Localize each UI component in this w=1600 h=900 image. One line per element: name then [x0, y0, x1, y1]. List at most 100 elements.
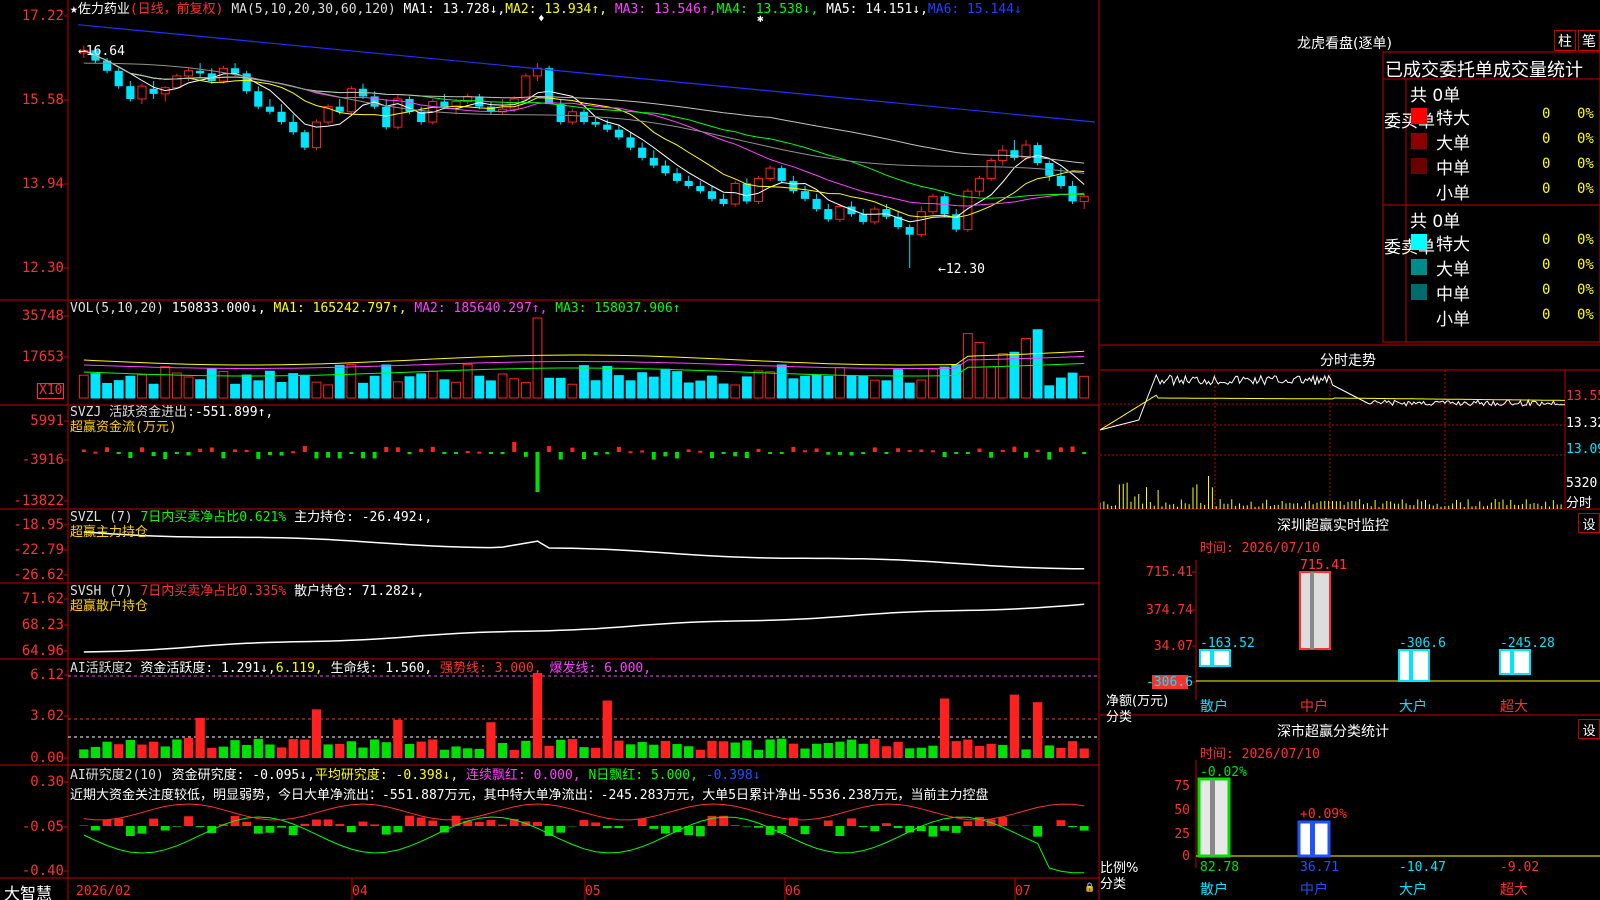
app-logo[interactable]: 大智慧	[4, 880, 52, 900]
activity-bar	[148, 741, 159, 758]
buy-row-pct: 0%	[1577, 156, 1594, 172]
activity-bar	[811, 743, 822, 758]
flow-bar	[349, 452, 354, 454]
retail-holding-line	[83, 603, 1085, 653]
cls-date: 时间: 2026/07/10	[1200, 747, 1320, 762]
candle-body	[684, 180, 693, 187]
flow-bar	[163, 452, 168, 459]
volume-bar	[730, 384, 741, 399]
candle-body	[196, 70, 205, 74]
volume-bar	[869, 379, 880, 399]
activity-bar	[288, 739, 298, 758]
ai1-act: 资金活跃度: 1.291↓,	[140, 661, 276, 676]
ai1-label: AI活跃度2	[70, 661, 133, 676]
candle-body	[556, 104, 565, 123]
svsh-sub: 超赢散户持仓	[70, 599, 149, 614]
cls-value: -9.02	[1500, 860, 1539, 875]
volume-bar	[392, 381, 403, 399]
main-chart-svg[interactable]: ♦ ✱	[0, 0, 1100, 900]
candle-body	[1079, 195, 1089, 202]
candle-body	[824, 209, 833, 220]
ai2-avg: 平均研究度: -0.398↓,	[314, 768, 459, 783]
volume-bar	[137, 374, 147, 399]
research-bar	[544, 826, 554, 836]
flow-bar	[384, 446, 389, 452]
research-bar	[823, 820, 833, 826]
stock-terminal: ♦ ✱ ★佐力药业(日线，前复权) MA(5,10,20,30,60,120) M…	[0, 0, 1600, 900]
lock-icon[interactable]: 🔒	[1084, 883, 1095, 893]
activity-bar	[521, 740, 531, 758]
research-bar	[346, 826, 356, 833]
flow-bar	[616, 446, 621, 452]
research-bar	[998, 817, 1008, 826]
flow-bar	[884, 452, 889, 454]
activity-bar	[672, 744, 682, 758]
activity-bar	[172, 739, 182, 758]
activity-bar	[905, 748, 915, 758]
stock-title[interactable]: ★佐力药业	[70, 2, 130, 17]
volume-bar	[648, 376, 659, 399]
volume-bar	[206, 368, 217, 399]
volume-bar	[672, 371, 682, 399]
buy-row-count: 0	[1542, 156, 1551, 172]
candle-body	[986, 159, 996, 179]
volume-bar	[90, 373, 101, 399]
research-bar	[91, 826, 100, 831]
activity-bar	[765, 739, 775, 758]
research-bar	[288, 826, 298, 836]
activity-bar	[1009, 694, 1020, 758]
month-label-1: 2026/02	[76, 884, 131, 899]
volume-bar	[753, 370, 764, 399]
vol-label: VOL(5,10,20)	[70, 301, 164, 316]
column-view-button[interactable]: 柱	[1554, 30, 1576, 51]
sz-monitor-title: 深圳超赢实时监控	[1277, 518, 1389, 534]
cls-mid-value: +0.09%	[1300, 807, 1347, 822]
candle-body	[974, 177, 985, 192]
flow-bar	[930, 450, 935, 453]
svzj-value: -551.899↑,	[194, 405, 274, 420]
volume-bar	[974, 341, 985, 399]
sell-side-label: 委卖单	[1384, 238, 1435, 258]
flow-bar	[709, 452, 714, 459]
month-label-3: 05	[585, 884, 601, 899]
candle-body	[440, 101, 449, 107]
sz-top-value: 715.41	[1300, 558, 1347, 573]
volume-bar	[509, 378, 520, 399]
volume-bar	[741, 376, 752, 399]
sell-color-swatch	[1411, 259, 1427, 275]
volume-bar	[637, 372, 648, 399]
research-bar	[486, 820, 496, 826]
chart-mode[interactable]: (日线，前复权)	[130, 2, 224, 17]
flow-bar	[686, 449, 691, 452]
research-bar	[556, 826, 566, 833]
cls-value: 36.71	[1300, 860, 1339, 875]
volume-bar	[928, 368, 938, 399]
candle-body	[567, 111, 577, 123]
flow-bar	[849, 452, 854, 456]
volume-bar	[113, 380, 124, 399]
volume-bar	[439, 379, 450, 399]
activity-bar	[335, 743, 345, 758]
tick-view-button[interactable]: 笔	[1578, 30, 1600, 51]
volume-bar	[846, 375, 857, 399]
research-bar	[1056, 820, 1066, 826]
candle-body	[521, 75, 531, 100]
volume-bar	[311, 381, 322, 399]
flow-bar	[233, 449, 238, 452]
activity-bar	[916, 747, 926, 758]
cls-settings-button[interactable]: 设	[1578, 719, 1600, 739]
ai1-v2: 6.119,	[275, 661, 323, 676]
volume-bar	[986, 366, 997, 399]
research-bar	[370, 824, 380, 826]
research-bar	[428, 820, 438, 826]
sell-color-swatch	[1411, 284, 1427, 300]
volume-bar	[1079, 375, 1090, 399]
flow-bar	[1082, 452, 1087, 454]
volume-bar	[1044, 385, 1055, 399]
research-bar	[1068, 826, 1077, 828]
sz-settings-button[interactable]: 设	[1578, 513, 1600, 533]
flow-bar	[256, 452, 261, 459]
activity-bar	[253, 738, 263, 758]
buy-color-swatch	[1411, 183, 1427, 199]
volume-bar	[486, 380, 496, 399]
